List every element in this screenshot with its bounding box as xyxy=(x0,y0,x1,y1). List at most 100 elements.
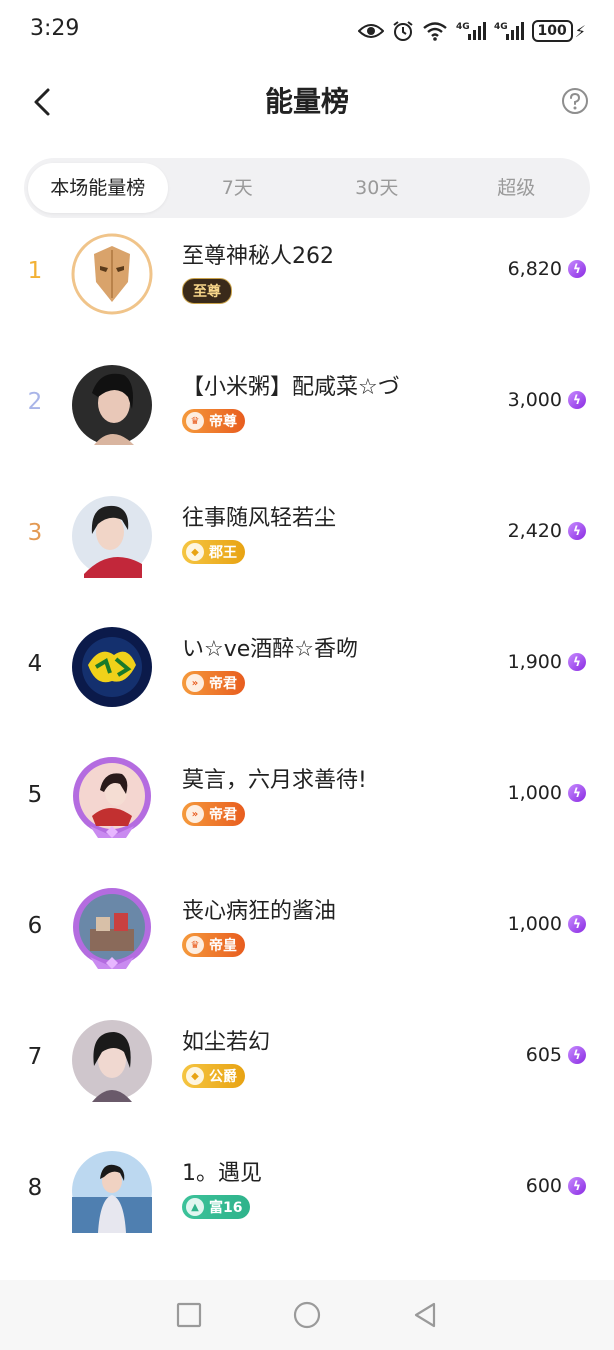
lightning-icon: ϟ xyxy=(568,391,586,409)
user-photo-avatar xyxy=(72,1151,152,1233)
tab-30-days[interactable]: 30天 xyxy=(307,163,447,213)
score-value: 600 xyxy=(525,1175,562,1197)
score: 2,420 ϟ xyxy=(508,520,586,542)
rank-number: 2 xyxy=(27,389,43,415)
ranking-row[interactable]: 6 丧心病狂的酱油 ♛ 帝皇 1,000 ϟ xyxy=(0,877,614,1008)
ranking-list: 1 至尊神秘人262 至尊 6,820 ϟ 2 【小米粥】配咸菜☆づ ♛ 帝尊 … xyxy=(0,222,614,1270)
level-badge: ♛ 帝尊 xyxy=(182,409,245,433)
score: 1,000 ϟ xyxy=(508,913,586,935)
network-label-b: 4G xyxy=(494,22,508,32)
avatar[interactable] xyxy=(70,363,154,447)
framed-avatar xyxy=(73,757,151,838)
rank-number: 6 xyxy=(27,913,43,939)
wifi-icon xyxy=(422,22,447,41)
page-title: 能量榜 xyxy=(264,85,349,118)
avatar[interactable] xyxy=(70,1149,154,1233)
score-value: 1,000 xyxy=(507,913,562,935)
rank-number: 3 xyxy=(27,520,43,546)
home-circle-icon[interactable] xyxy=(292,1300,322,1330)
ranking-row[interactable]: 7 如尘若幻 ◆ 公爵 605 ϟ xyxy=(0,1008,614,1139)
avatar[interactable] xyxy=(70,494,154,578)
ranking-tabs: 本场能量榜 7天 30天 超级 xyxy=(24,158,590,218)
score: 1,000 ϟ xyxy=(508,782,586,804)
level-badge: » 帝君 xyxy=(182,802,245,826)
lightning-icon: ϟ xyxy=(568,1046,586,1064)
lightning-icon: ϟ xyxy=(568,915,586,933)
crown-icon: ♛ xyxy=(186,936,204,954)
score-value: 1,900 xyxy=(507,651,562,673)
avatar[interactable] xyxy=(70,232,154,316)
badge-label: 公爵 xyxy=(209,1069,237,1085)
score-value: 605 xyxy=(525,1044,562,1066)
ranking-row[interactable]: 1 至尊神秘人262 至尊 6,820 ϟ xyxy=(0,222,614,353)
score: 6,820 ϟ xyxy=(508,258,586,280)
user-name: 如尘若幻 xyxy=(182,1030,271,1055)
user-photo-avatar xyxy=(72,1020,152,1102)
avatar[interactable] xyxy=(70,625,154,709)
avatar[interactable] xyxy=(70,1018,154,1102)
user-name: い☆ve酒醉☆香吻 xyxy=(182,637,359,662)
user-name: 往事随风轻若尘 xyxy=(182,506,337,531)
level-badge: ♛ 帝皇 xyxy=(182,933,245,957)
diamond-icon: ◆ xyxy=(186,1067,204,1085)
battery-level: 100 xyxy=(531,20,573,42)
badge-label: 帝尊 xyxy=(209,414,237,430)
ranking-row[interactable]: 3 往事随风轻若尘 ◆ 郡王 2,420 ϟ xyxy=(0,484,614,615)
status-icons: 4G 4G 100 ⚡ xyxy=(357,16,586,46)
ranking-row[interactable]: 2 【小米粥】配咸菜☆づ ♛ 帝尊 3,000 ϟ xyxy=(0,353,614,484)
user-name: 丧心病狂的酱油 xyxy=(182,899,337,924)
battery: 100 ⚡ xyxy=(531,20,586,42)
lightning-icon: ϟ xyxy=(568,784,586,802)
level-badge: ◆ 郡王 xyxy=(182,540,245,564)
avatar[interactable] xyxy=(70,887,154,971)
avatar[interactable] xyxy=(70,756,154,840)
rank-number: 1 xyxy=(27,258,43,284)
level-badge: ▲ 富16 xyxy=(182,1195,251,1219)
badge-label: 富16 xyxy=(209,1200,243,1216)
back-triangle-icon[interactable] xyxy=(410,1300,440,1330)
user-name: 1。遇见 xyxy=(182,1161,262,1186)
charging-icon: ⚡ xyxy=(574,21,586,41)
rank-number: 4 xyxy=(27,651,43,677)
eye-icon xyxy=(357,24,384,38)
signal-4g-icon: 4G xyxy=(456,22,486,40)
rank-number: 8 xyxy=(27,1175,43,1201)
user-name: 【小米粥】配咸菜☆づ xyxy=(182,375,400,400)
badge-label: 帝君 xyxy=(209,676,237,692)
ranking-row[interactable]: 5 莫言，六月求善待! » 帝君 1,000 ϟ xyxy=(0,746,614,877)
signal-4g-icon-2: 4G xyxy=(494,22,524,40)
user-name: 莫言，六月求善待! xyxy=(182,768,367,793)
system-nav-bar xyxy=(0,1280,614,1350)
ranking-row[interactable]: 8 1。遇见 ▲ 富16 600 ϟ xyxy=(0,1139,614,1270)
question-mark-icon[interactable] xyxy=(560,86,590,116)
lightning-icon: ϟ xyxy=(568,1177,586,1195)
recents-square-icon[interactable] xyxy=(174,1300,204,1330)
level-badge: ◆ 公爵 xyxy=(182,1064,245,1088)
mystery-mask-avatar xyxy=(71,233,153,315)
badge-label: 帝皇 xyxy=(209,938,237,954)
rank-number: 5 xyxy=(27,782,43,808)
framed-avatar xyxy=(73,888,151,969)
score: 1,900 ϟ xyxy=(508,651,586,673)
status-bar: 3:29 4G 4G 100 ⚡ xyxy=(0,0,614,62)
tab-current-session[interactable]: 本场能量榜 xyxy=(28,163,168,213)
score-value: 6,820 xyxy=(507,258,562,280)
rank-number: 7 xyxy=(27,1044,43,1070)
chevron-rank-icon: » xyxy=(186,674,204,692)
screen: 3:29 4G 4G 100 ⚡ 能量榜 本场能量榜 7天 30天 超级 1 至… xyxy=(0,0,614,1350)
tab-7-days[interactable]: 7天 xyxy=(168,163,308,213)
network-label-a: 4G xyxy=(456,22,470,32)
user-name: 至尊神秘人262 xyxy=(182,244,334,269)
diamond-icon: ◆ xyxy=(186,543,204,561)
score-value: 2,420 xyxy=(507,520,562,542)
lightning-icon: ϟ xyxy=(568,653,586,671)
lightning-icon: ϟ xyxy=(568,522,586,540)
crown-icon: ♛ xyxy=(186,412,204,430)
triangle-icon: ▲ xyxy=(186,1198,204,1216)
tab-super[interactable]: 超级 xyxy=(447,163,587,213)
score: 600 ϟ xyxy=(526,1175,586,1197)
score-value: 3,000 xyxy=(507,389,562,411)
badge-label: 至尊 xyxy=(193,284,221,300)
header: 能量榜 xyxy=(0,70,614,134)
ranking-row[interactable]: 4 い☆ve酒醉☆香吻 » 帝君 1,900 ϟ xyxy=(0,615,614,746)
